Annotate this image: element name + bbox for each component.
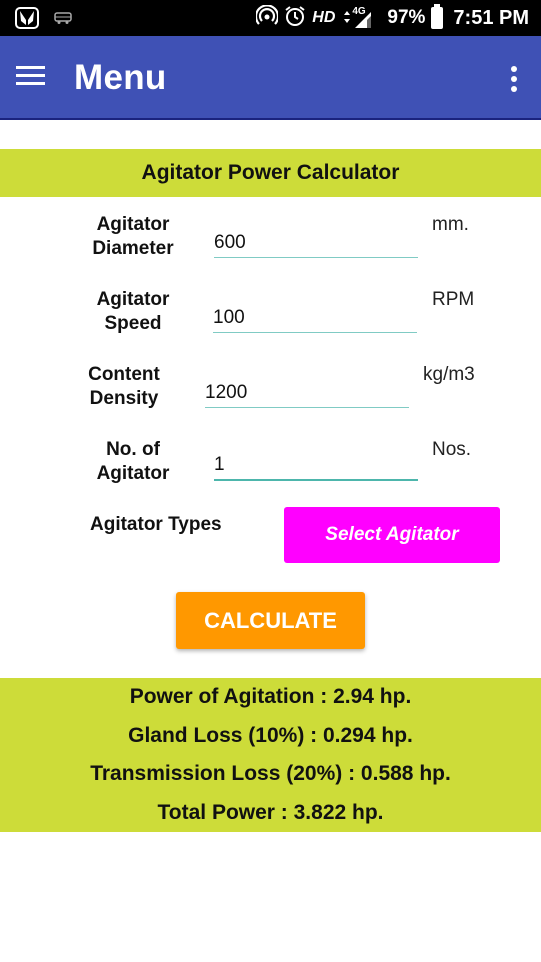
select-agitator-button[interactable]: Select Agitator [284,507,500,563]
speed-field[interactable] [213,299,417,333]
diameter-unit: mm. [432,214,469,235]
app-bar: Menu [0,36,541,120]
speed-unit: RPM [432,289,475,310]
density-input[interactable] [205,374,409,407]
battery-percent: 97% [387,7,426,28]
count-field[interactable] [214,447,418,481]
results-panel: Power of Agitation : 2.94 hp. Gland Loss… [0,678,541,832]
hamburger-icon[interactable] [16,66,46,88]
speed-input[interactable] [213,299,417,332]
density-field[interactable] [205,374,409,408]
count-label: No. of Agitator [78,438,188,486]
density-unit: kg/m3 [423,364,475,385]
more-vert-icon[interactable] [509,66,519,94]
speed-label-line2: Speed [104,313,162,334]
calculator-title: Agitator Power Calculator [141,161,400,184]
count-unit: Nos. [432,439,472,460]
count-label-line1: No. of [106,439,160,460]
alarm-icon [284,5,306,32]
power-of-agitation: Power of Agitation : 2.94 hp. [129,685,412,708]
gland-loss: Gland Loss (10%) : 0.294 hp. [128,724,413,747]
diameter-field[interactable] [214,224,418,258]
transmission-loss: Transmission Loss (20%) : 0.588 hp. [90,762,451,785]
hd-icon: HD [312,9,336,26]
diameter-label: Agitator Diameter [78,213,188,261]
speed-label: Agitator Speed [78,288,188,336]
signal-4g-icon: 4G [341,6,375,30]
battery-icon [431,4,444,29]
density-label: Content Density [74,363,174,411]
jiosaavn-icon [15,7,39,29]
diameter-label-line2: Diameter [92,238,174,259]
diameter-label-line1: Agitator [96,214,170,235]
agitator-types-label: Agitator Types [90,514,222,535]
count-input[interactable] [214,447,418,479]
calculator-title-banner: Agitator Power Calculator [0,149,541,197]
clock: 7:51 PM [453,6,529,29]
diameter-input[interactable] [214,224,418,257]
status-bar: HD 4G 97% 7:51 PM [0,0,541,36]
density-label-line2: Density [89,388,159,409]
app-title: Menu [74,58,167,97]
density-label-line1: Content [88,364,160,385]
network-label: 4G [352,6,366,17]
bus-icon [54,11,72,25]
calculate-button[interactable]: CALCULATE [176,592,365,649]
speed-label-line1: Agitator [96,289,170,310]
total-power: Total Power : 3.822 hp. [157,801,384,824]
hotspot-icon [255,3,280,32]
count-label-line2: Agitator [96,463,170,484]
